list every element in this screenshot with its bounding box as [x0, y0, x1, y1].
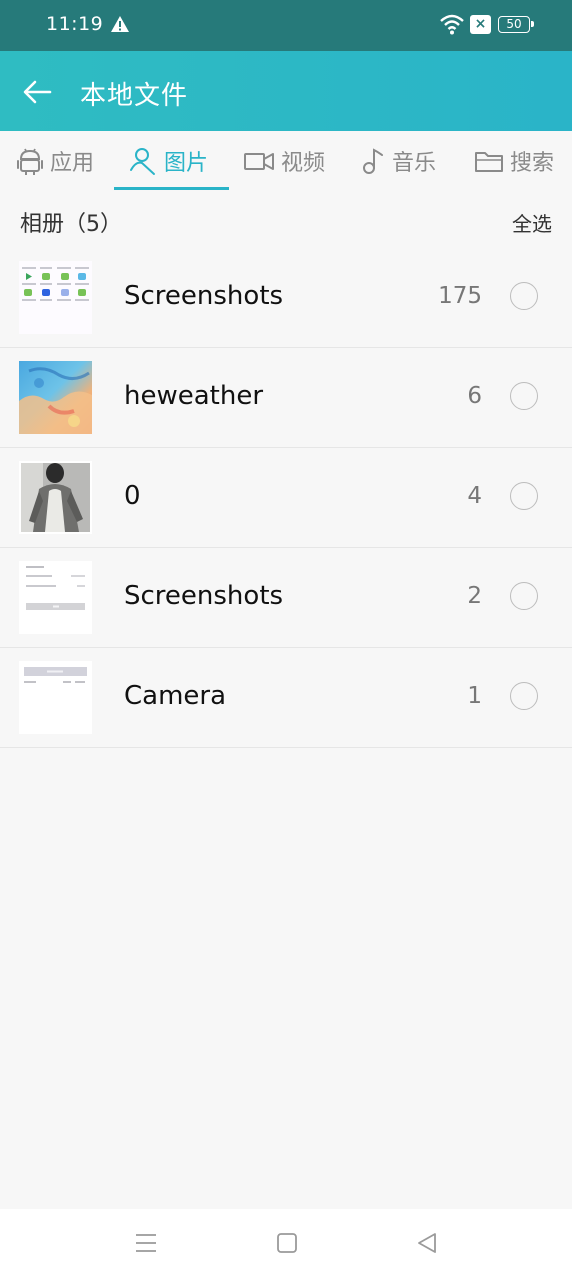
- album-header: 相册（5） 全选: [0, 191, 572, 249]
- list-item[interactable]: Screenshots 175: [0, 248, 572, 348]
- status-bar: 11:19 × 50: [0, 0, 572, 51]
- warning-icon: [111, 16, 129, 32]
- battery-icon: 50: [498, 16, 534, 33]
- tab-apps-label: 应用: [50, 151, 95, 176]
- select-radio[interactable]: [510, 482, 538, 510]
- album-name: Screenshots: [124, 281, 284, 311]
- back-arrow-icon[interactable]: [18, 73, 58, 111]
- tab-bar: 应用 图片 视频 音乐 搜索: [0, 131, 572, 191]
- tab-videos-label: 视频: [281, 151, 326, 176]
- folder-icon: [475, 152, 503, 172]
- tab-search[interactable]: 搜索: [474, 131, 554, 191]
- menu-icon[interactable]: [135, 1231, 157, 1255]
- select-radio[interactable]: [510, 282, 538, 310]
- album-name: 0: [124, 481, 141, 511]
- status-time: 11:19: [46, 13, 104, 35]
- album-section-title: 相册（5）: [20, 212, 122, 237]
- tab-images[interactable]: 图片: [128, 131, 208, 191]
- tab-music-label: 音乐: [392, 151, 437, 176]
- tab-images-label: 图片: [164, 151, 209, 176]
- album-count: 175: [438, 283, 482, 309]
- android-icon: [17, 148, 43, 175]
- app-grid-thumbnail: [19, 261, 92, 334]
- person-photo-thumbnail: [19, 461, 92, 534]
- dialog-screenshot-thumbnail: [19, 661, 92, 734]
- album-count: 4: [467, 483, 482, 509]
- page-title: 本地文件: [80, 81, 189, 111]
- wifi-icon: [440, 14, 464, 35]
- tab-search-label: 搜索: [510, 151, 555, 176]
- sim-x-icon: ×: [470, 15, 491, 34]
- weather-map-thumbnail: [19, 361, 92, 434]
- select-radio[interactable]: [510, 682, 538, 710]
- list-item[interactable]: Screenshots 2: [0, 548, 572, 648]
- tab-active-indicator: [114, 187, 229, 190]
- album-count: 6: [467, 383, 482, 409]
- album-count: 1: [467, 683, 482, 709]
- tab-apps[interactable]: 应用: [16, 131, 94, 191]
- app-header: 本地文件: [0, 51, 572, 131]
- list-item[interactable]: heweather 6: [0, 348, 572, 448]
- list-item[interactable]: Camera 1: [0, 648, 572, 748]
- album-name: Screenshots: [124, 581, 284, 611]
- album-list: Screenshots 175 heweather 6 0 4 Screensh…: [0, 248, 572, 748]
- select-all-button[interactable]: 全选: [512, 208, 552, 237]
- navigation-bar: [0, 1209, 572, 1280]
- select-radio[interactable]: [510, 382, 538, 410]
- album-name: Camera: [124, 681, 227, 711]
- home-icon[interactable]: [276, 1231, 298, 1255]
- tab-music[interactable]: 音乐: [360, 131, 436, 191]
- back-triangle-icon[interactable]: [416, 1231, 438, 1255]
- video-camera-icon: [244, 153, 274, 170]
- album-count: 2: [467, 583, 482, 609]
- person-image-icon: [130, 148, 155, 175]
- tab-videos[interactable]: 视频: [243, 131, 325, 191]
- list-item[interactable]: 0 4: [0, 448, 572, 548]
- select-radio[interactable]: [510, 582, 538, 610]
- album-name: heweather: [124, 381, 264, 411]
- form-screenshot-thumbnail: [19, 561, 92, 634]
- music-note-icon: [363, 148, 383, 174]
